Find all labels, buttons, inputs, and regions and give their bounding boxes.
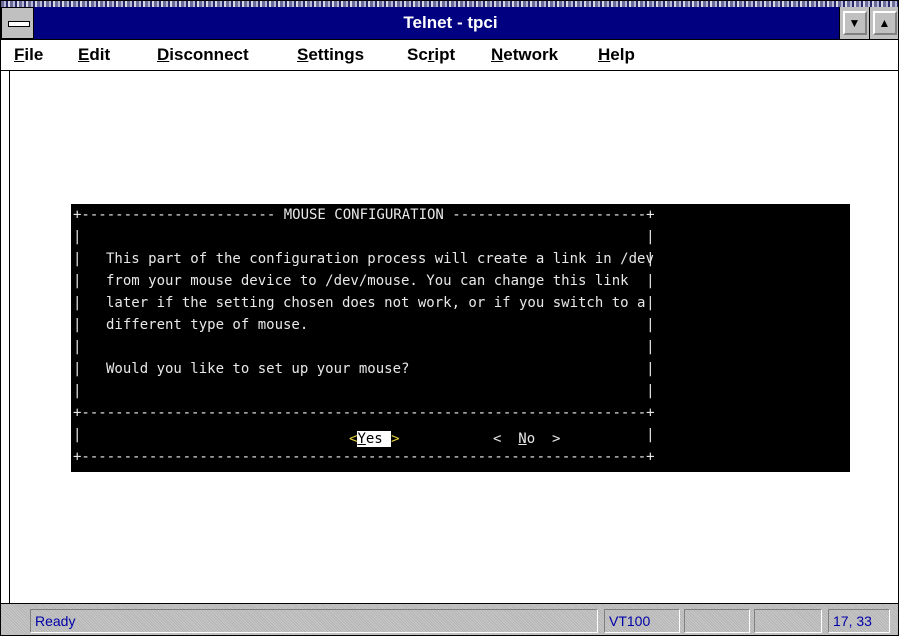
minimize-button[interactable]: ▼ — [839, 7, 869, 39]
yes-button[interactable]: <Yes > — [349, 429, 400, 449]
status-panel-empty — [754, 609, 822, 633]
dialog-question: Would you like to set up your mouse? — [106, 361, 410, 377]
menu-bar: File Edit Disconnect Settings Script Net… — [1, 40, 898, 71]
status-panel-empty — [684, 609, 750, 633]
status-bar: Ready VT100 17, 33 — [1, 603, 898, 635]
menu-disconnect[interactable]: Disconnect — [157, 45, 249, 65]
terminal-type: VT100 — [604, 609, 680, 633]
dialog-body-line: from your mouse device to /dev/mouse. Yo… — [106, 273, 629, 289]
menu-file[interactable]: File — [14, 45, 43, 65]
menu-script[interactable]: Script — [407, 45, 455, 65]
menu-settings[interactable]: Settings — [297, 45, 364, 65]
yes-label-rest: es — [365, 431, 383, 447]
minimize-icon: ▼ — [848, 16, 861, 30]
dialog-top-border: +----------------------- MOUSE CONFIGURA… — [73, 207, 655, 223]
status-message: Ready — [30, 609, 598, 633]
dialog-body-line: This part of the configuration process w… — [106, 251, 654, 267]
maximize-icon: ▲ — [878, 16, 891, 30]
dialog-bottom-border: +---------------------------------------… — [73, 449, 655, 465]
telnet-window: Telnet - tpci ▼ ▲ File Edit Disconnect S… — [0, 0, 899, 636]
no-button[interactable]: < No > — [493, 429, 560, 449]
cursor-position: 17, 33 — [828, 609, 890, 633]
title-bar[interactable]: Telnet - tpci ▼ ▲ — [1, 7, 898, 40]
maximize-button[interactable]: ▲ — [869, 7, 898, 39]
window-title: Telnet - tpci — [403, 13, 498, 32]
mouse-configuration-dialog: +----------------------- MOUSE CONFIGURA… — [71, 204, 850, 472]
dialog-body-line: later if the setting chosen does not wor… — [106, 295, 646, 311]
menu-help[interactable]: Help — [598, 45, 635, 65]
dialog-body-line: different type of mouse. — [106, 317, 309, 333]
dialog-title: MOUSE CONFIGURATION — [283, 207, 444, 223]
menu-edit[interactable]: Edit — [78, 45, 110, 65]
menu-network[interactable]: Network — [491, 45, 558, 65]
